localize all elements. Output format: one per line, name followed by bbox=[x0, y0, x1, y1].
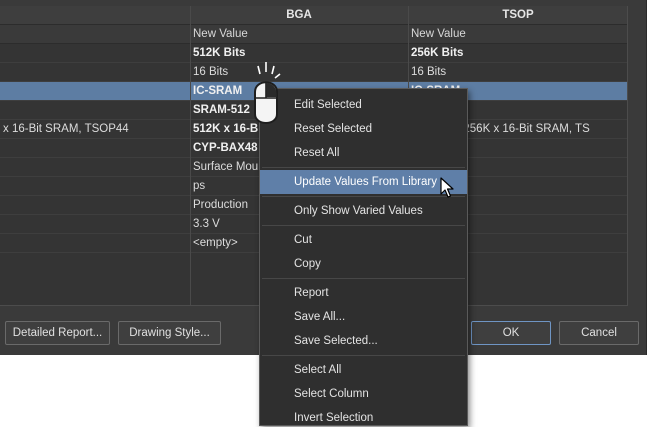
table-cell[interactable] bbox=[0, 234, 190, 253]
subheader-tsop-new-value: New Value bbox=[408, 25, 627, 44]
menu-separator bbox=[262, 355, 465, 356]
table-row[interactable]: 16 Bits 16 Bits bbox=[0, 63, 627, 82]
menu-item-select-column[interactable]: Select Column bbox=[260, 382, 467, 406]
menu-separator bbox=[262, 196, 465, 197]
table-cell[interactable] bbox=[0, 215, 190, 234]
column-header-bga[interactable]: BGA bbox=[190, 6, 408, 25]
table-cell[interactable]: 512K Bits bbox=[190, 44, 408, 63]
table-cell[interactable] bbox=[0, 177, 190, 196]
menu-item-save-selected[interactable]: Save Selected... bbox=[260, 329, 467, 353]
drawing-style-button[interactable]: Drawing Style... bbox=[118, 321, 221, 345]
ok-button[interactable]: OK bbox=[471, 321, 551, 345]
table-cell[interactable] bbox=[0, 82, 190, 101]
context-menu: Edit Selected Reset Selected Reset All Upda… bbox=[259, 88, 468, 426]
column-divider[interactable] bbox=[190, 6, 191, 305]
menu-item-report[interactable]: Report bbox=[260, 281, 467, 305]
arrow-cursor-icon bbox=[440, 177, 454, 198]
menu-item-update-values-from-library[interactable]: Update Values From Library bbox=[260, 170, 467, 194]
cancel-button[interactable]: Cancel bbox=[559, 321, 639, 345]
subheader-bga-new-value: New Value bbox=[190, 25, 408, 44]
menu-separator bbox=[262, 225, 465, 226]
table-cell[interactable] bbox=[0, 63, 190, 82]
table-cell[interactable] bbox=[0, 44, 190, 63]
menu-item-save-all[interactable]: Save All... bbox=[260, 305, 467, 329]
table-cell[interactable] bbox=[0, 139, 190, 158]
menu-separator bbox=[262, 278, 465, 279]
menu-item-cut[interactable]: Cut bbox=[260, 228, 467, 252]
table-cell[interactable]: 16 Bits bbox=[408, 63, 627, 82]
column-header-parameter[interactable] bbox=[0, 6, 190, 25]
menu-item-copy[interactable]: Copy bbox=[260, 252, 467, 276]
table-cell[interactable]: 16 Bits bbox=[190, 63, 408, 82]
menu-item-edit-selected[interactable]: Edit Selected bbox=[260, 93, 467, 117]
menu-item-invert-selection[interactable]: Invert Selection bbox=[260, 406, 467, 427]
menu-item-only-show-varied-values[interactable]: Only Show Varied Values bbox=[260, 199, 467, 223]
menu-item-select-all[interactable]: Select All bbox=[260, 358, 467, 382]
menu-item-reset-all[interactable]: Reset All bbox=[260, 141, 467, 165]
column-header-tsop[interactable]: TSOP bbox=[408, 6, 627, 25]
menu-item-reset-selected[interactable]: Reset Selected bbox=[260, 117, 467, 141]
table-cell[interactable]: x 16-Bit SRAM, TSOP44 bbox=[0, 120, 190, 139]
mouse-right-click-icon bbox=[254, 62, 281, 124]
table-row[interactable]: 512K Bits 256K Bits bbox=[0, 44, 627, 63]
detailed-report-button[interactable]: Detailed Report... bbox=[5, 321, 110, 345]
subheader-parameter bbox=[0, 25, 190, 44]
table-cell[interactable] bbox=[0, 158, 190, 177]
menu-separator bbox=[262, 167, 465, 168]
table-cell[interactable]: 256K Bits bbox=[408, 44, 627, 63]
table-cell[interactable] bbox=[0, 101, 190, 120]
vertical-scrollbar[interactable] bbox=[629, 6, 641, 306]
table-cell[interactable] bbox=[0, 196, 190, 215]
